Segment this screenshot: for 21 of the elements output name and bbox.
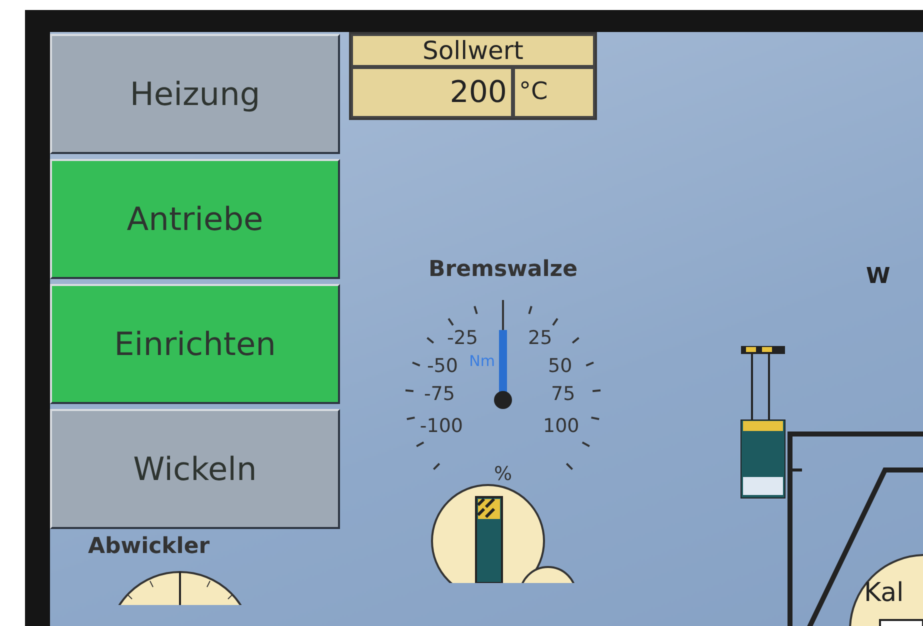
unit-label: Nm <box>469 352 495 370</box>
menu-button[interactable]: Einrichten <box>50 284 340 404</box>
scale-label: 50 <box>548 355 572 377</box>
setpoint-value[interactable]: 200 <box>351 67 513 118</box>
scale-label: 100 <box>543 415 580 437</box>
section-heading: W <box>866 264 890 289</box>
scale-unit-label: % <box>494 463 512 485</box>
scale-label: 75 <box>551 383 576 405</box>
scale-label: -75 <box>424 383 455 405</box>
gauge-title: Abwickler <box>88 534 211 559</box>
scale-label: 25 <box>528 327 552 349</box>
scale-label: -50 <box>426 355 458 377</box>
gauge-title: Bremswalze <box>428 257 578 282</box>
scale-label: -25 <box>446 327 478 349</box>
setpoint-label: Sollwert <box>351 34 595 67</box>
menu-button[interactable]: Heizung <box>50 34 340 154</box>
unit-label: °C <box>513 67 595 118</box>
menu-button[interactable]: Wickeln <box>50 409 340 529</box>
menu-button[interactable]: Antriebe <box>50 159 340 279</box>
roll-label: Kal <box>864 578 904 608</box>
scale-label: -100 <box>420 415 463 437</box>
